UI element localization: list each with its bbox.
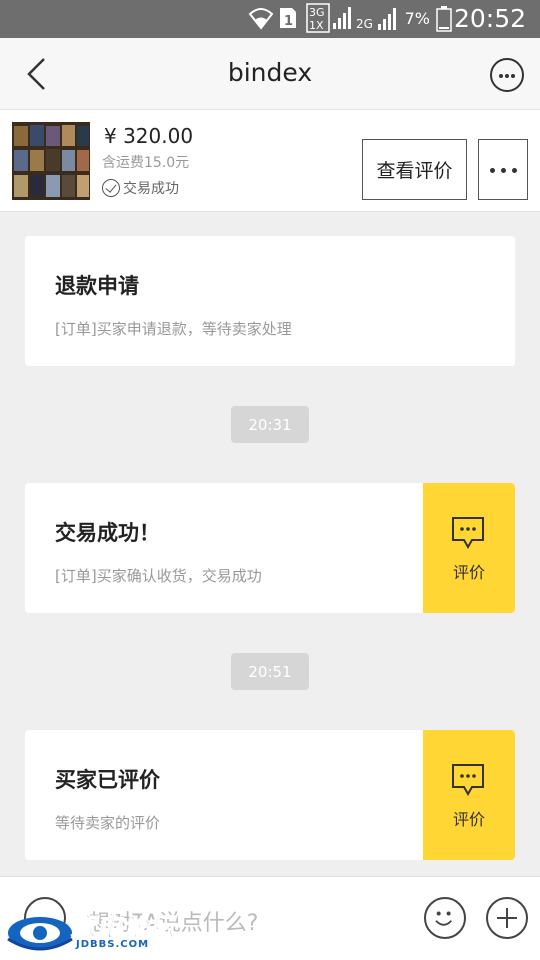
review-action-label: 评价 (452, 563, 485, 582)
status-time: 20:52 (453, 4, 526, 33)
signal-2g-icon: 2G (356, 8, 396, 31)
review-action-label: 评价 (452, 810, 485, 829)
page-title: bindex (227, 58, 313, 87)
sim-icon: 1 (280, 8, 296, 29)
chat-bubble-icon (452, 517, 484, 550)
product-price: ¥ 320.00 (104, 124, 194, 148)
navigation-bar: bindex (0, 38, 540, 110)
review-action-button[interactable]: 评价 (423, 730, 515, 860)
product-header: ¥ 320.00 含运费15.0元 交易成功 查看评价 (0, 110, 540, 212)
check-circle-icon (102, 179, 120, 197)
more-options-icon[interactable] (490, 58, 524, 92)
chat-bubble-icon (452, 764, 484, 797)
svg-text:1X: 1X (309, 19, 324, 32)
message-title: 交易成功！ (55, 521, 160, 545)
product-more-button[interactable] (478, 139, 528, 200)
order-status: 交易成功 (102, 178, 179, 198)
svg-text:1: 1 (284, 14, 293, 29)
message-subtitle: 等待卖家的评价 (55, 814, 161, 832)
message-title: 买家已评价 (55, 768, 160, 792)
watermark-emblem-icon (7, 917, 73, 951)
svg-text:2G: 2G (356, 17, 373, 31)
view-review-button[interactable]: 查看评价 (362, 139, 467, 200)
message-title: 退款申请 (55, 274, 139, 298)
message-subtitle: [订单]买家确认收货，交易成功 (55, 567, 262, 585)
watermark-logo: 家电论坛 JDBBS.COM (6, 905, 186, 957)
ellipsis-icon (490, 168, 495, 173)
plus-icon[interactable] (486, 897, 528, 939)
product-thumbnail[interactable] (12, 122, 90, 200)
shipping-fee: 含运费15.0元 (102, 155, 190, 171)
svg-text:3G: 3G (309, 6, 325, 19)
timestamp-chip: 20:31 (231, 406, 309, 443)
battery-icon (436, 6, 452, 32)
order-status-label: 交易成功 (123, 181, 179, 197)
timestamp-chip: 20:51 (231, 653, 309, 690)
signal-3g-icon: 3G 1X (306, 3, 351, 33)
status-bar: 1 3G 1X 2G 7% 20:52 (0, 0, 540, 38)
smiley-icon[interactable] (424, 897, 466, 939)
wifi-icon (248, 8, 274, 30)
message-card-trade-success[interactable]: 交易成功！ [订单]买家确认收货，交易成功 评价 (25, 483, 515, 613)
message-subtitle: [订单]买家申请退款，等待卖家处理 (55, 320, 292, 338)
review-action-button[interactable]: 评价 (423, 483, 515, 613)
message-card-refund[interactable]: 退款申请 [订单]买家申请退款，等待卖家处理 (25, 236, 515, 366)
message-card-buyer-reviewed[interactable]: 买家已评价 等待卖家的评价 评价 (25, 730, 515, 860)
watermark-subtext: JDBBS.COM (76, 939, 150, 950)
battery-percent: 7% (404, 9, 430, 28)
